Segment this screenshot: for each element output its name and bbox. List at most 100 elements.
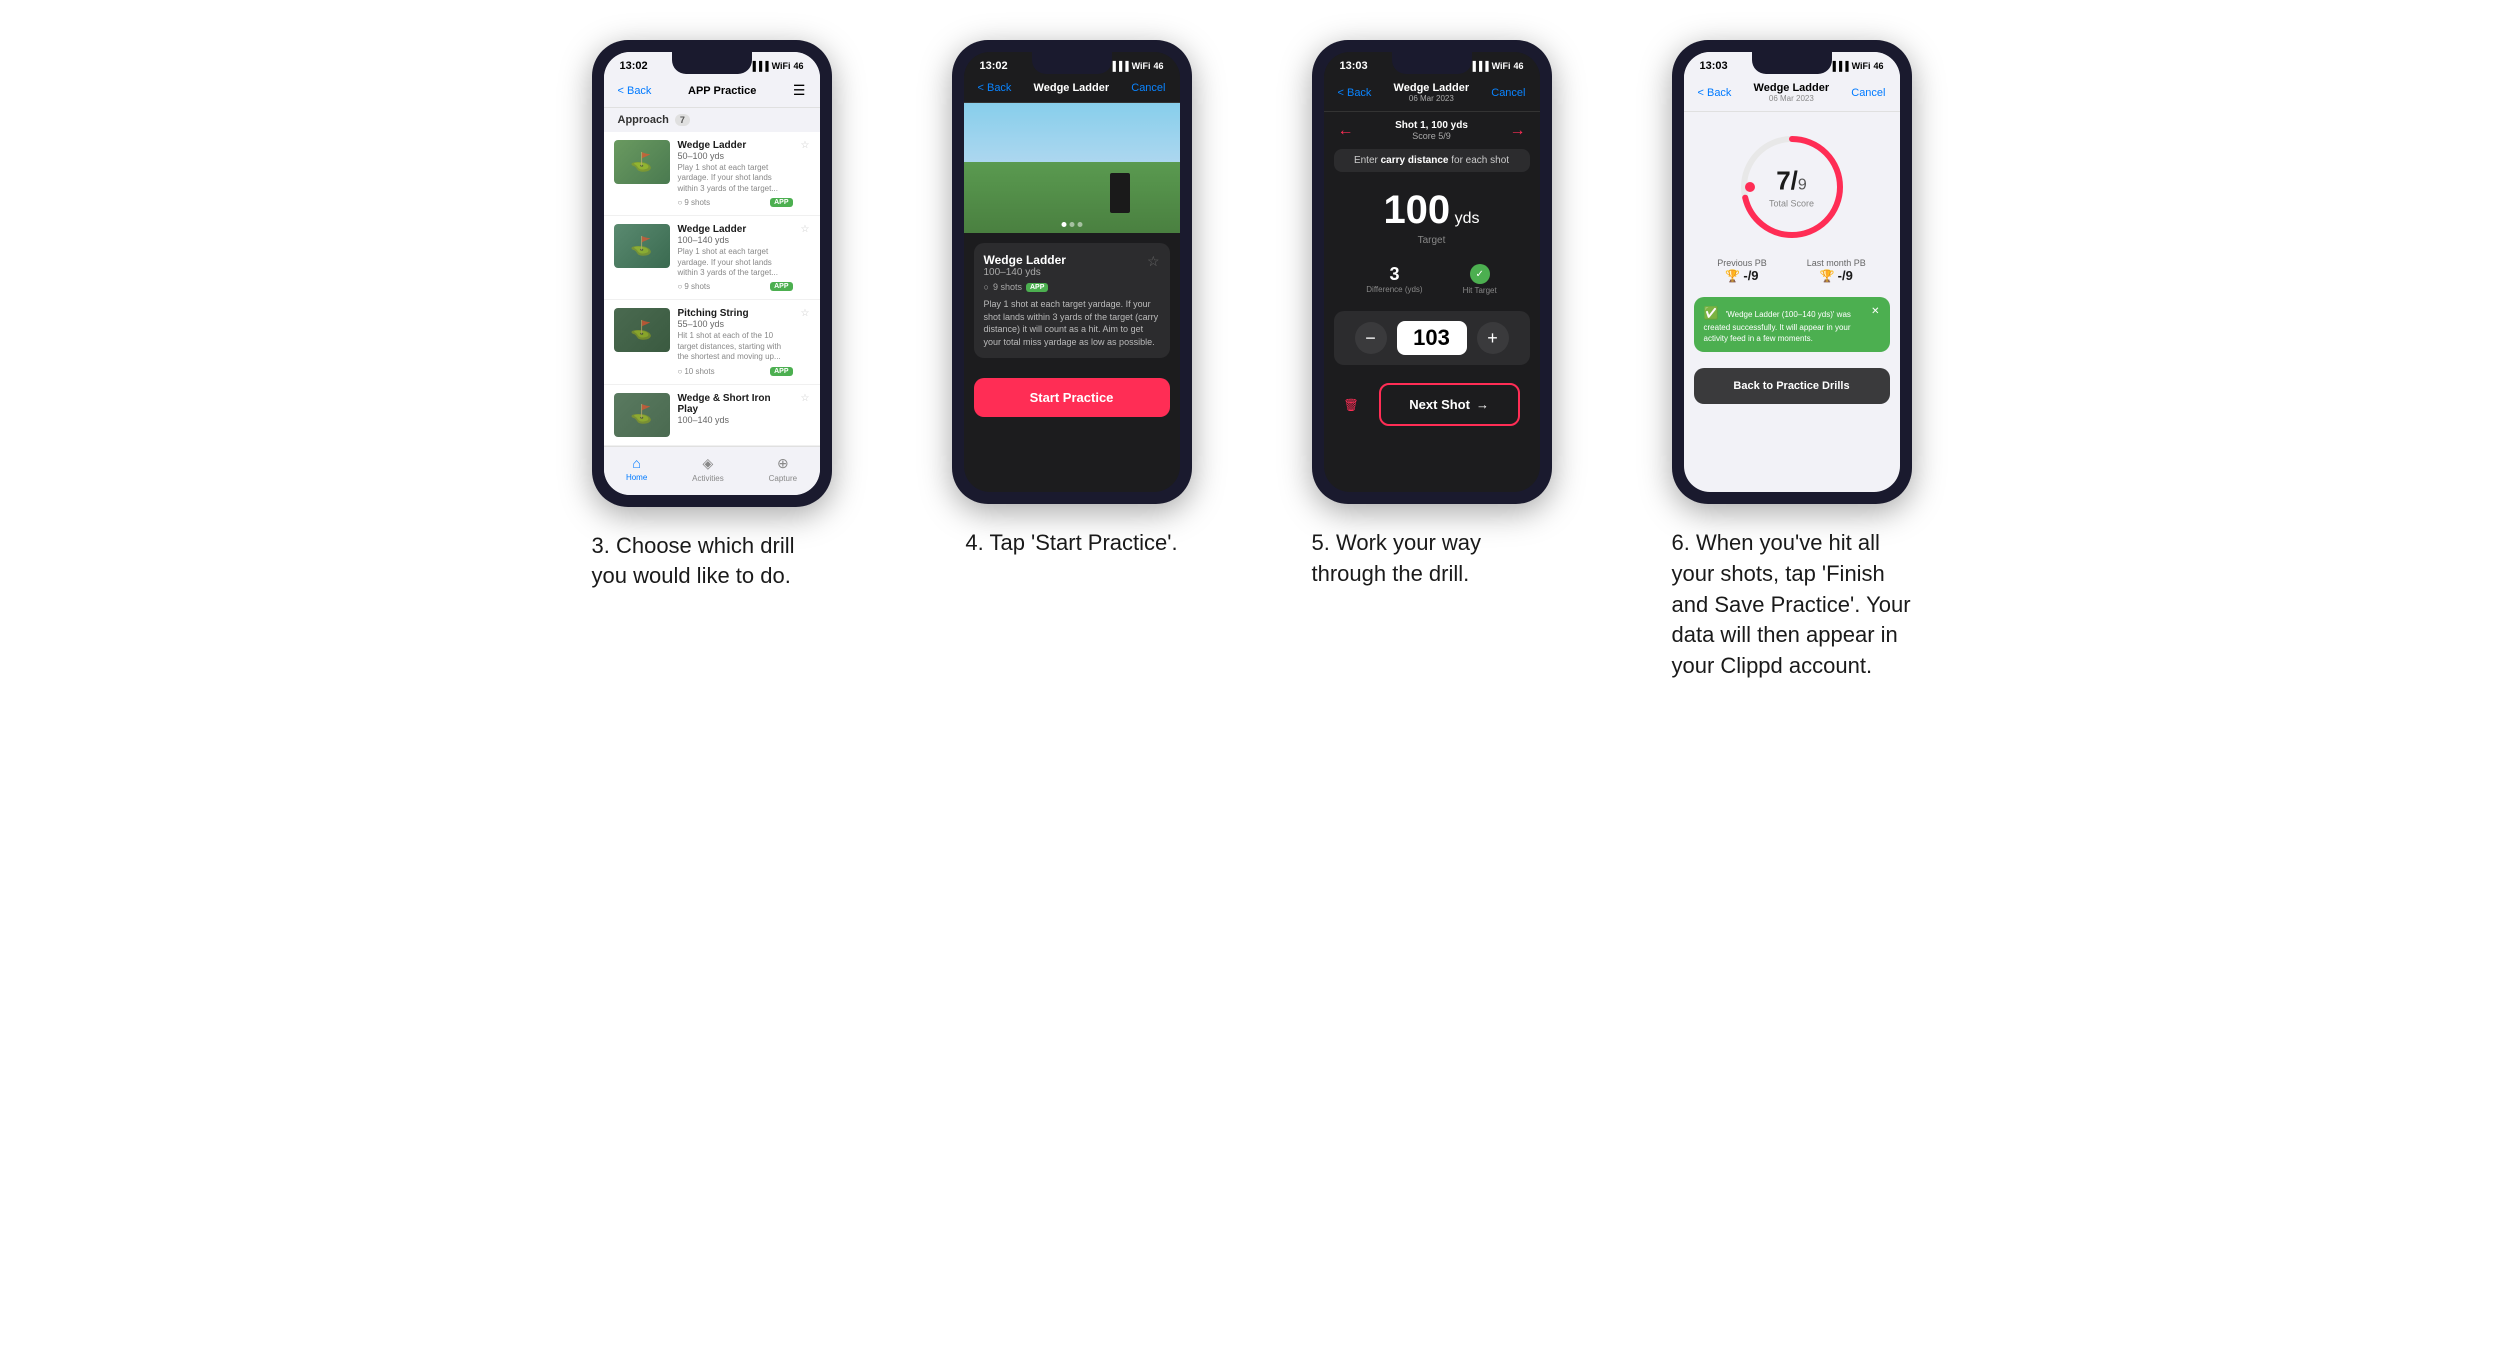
cancel-button-2[interactable]: Cancel xyxy=(1131,82,1165,94)
caption-3: 5. Work your way through the drill. xyxy=(1312,528,1552,590)
nav-center-3: Wedge Ladder 06 Mar 2023 xyxy=(1394,82,1470,103)
score-denominator: 9 xyxy=(1798,177,1807,194)
hit-target-icon: ✓ xyxy=(1470,264,1490,284)
dot-2 xyxy=(1069,222,1074,227)
star-icon-4[interactable]: ☆ xyxy=(801,393,810,404)
drill-yds-4: 100–140 yds xyxy=(678,415,793,425)
back-button-1[interactable]: < Back xyxy=(618,85,652,97)
tab-bar-1: ⌂ Home ◈ Activities ⊕ Capture xyxy=(604,446,820,495)
dot-1 xyxy=(1061,222,1066,227)
app-badge-3: APP xyxy=(770,367,792,376)
shot-info: Shot 1, 100 yds Score 5/9 xyxy=(1395,120,1468,141)
score-circle-container: 7/9 Total Score xyxy=(1684,112,1900,252)
drill-shots-1: ○ 9 shots xyxy=(678,198,711,207)
decrement-button[interactable]: − xyxy=(1355,322,1387,354)
shots-count-2: 9 shots xyxy=(993,282,1022,292)
last-month-pb-label: Last month PB xyxy=(1807,258,1866,268)
drill-item-3[interactable]: ⛳ Pitching String 55–100 yds Hit 1 shot … xyxy=(604,300,820,384)
tab-home[interactable]: ⌂ Home xyxy=(626,455,647,482)
phone-3: 13:03 ▐▐▐ WiFi 46 < Back Wedge Ladder 06… xyxy=(1312,40,1552,504)
drill-desc-1: Play 1 shot at each target yardage. If y… xyxy=(678,163,793,194)
activities-icon: ◈ xyxy=(703,455,714,472)
next-arrow[interactable]: → xyxy=(1510,122,1526,140)
tab-home-label: Home xyxy=(626,473,647,482)
start-practice-button[interactable]: Start Practice xyxy=(974,378,1170,417)
star-icon-3[interactable]: ☆ xyxy=(801,308,810,319)
nav-bar-2: < Back Wedge Ladder Cancel xyxy=(964,76,1180,103)
back-button-3[interactable]: < Back xyxy=(1338,87,1372,99)
phone-4: 13:03 ▐▐▐ WiFi 46 < Back Wedge Ladder 06… xyxy=(1672,40,1912,504)
capture-icon: ⊕ xyxy=(777,455,789,472)
drill-info-3: Pitching String 55–100 yds Hit 1 shot at… xyxy=(678,308,793,375)
phone-notch-4 xyxy=(1752,52,1832,74)
battery-icon: 46 xyxy=(793,61,803,71)
tab-activities-label: Activities xyxy=(692,474,724,483)
toast-message: 'Wedge Ladder (100–140 yds)' was created… xyxy=(1704,310,1851,343)
nav-bar-3: < Back Wedge Ladder 06 Mar 2023 Cancel xyxy=(1324,76,1540,112)
thumb-inner-4: ⛳ xyxy=(614,393,670,437)
column-3: 13:03 ▐▐▐ WiFi 46 < Back Wedge Ladder 06… xyxy=(1272,40,1592,590)
input-value[interactable]: 103 xyxy=(1397,321,1467,355)
score-display: 7/9 xyxy=(1769,166,1814,197)
signal-icon-2: ▐▐▐ xyxy=(1109,61,1128,71)
cancel-button-4[interactable]: Cancel xyxy=(1851,87,1885,99)
cancel-button-3[interactable]: Cancel xyxy=(1491,87,1525,99)
star-icon-detail[interactable]: ☆ xyxy=(1147,253,1160,270)
trash-icon[interactable]: 🗑 xyxy=(1334,398,1369,412)
wifi-icon-3: WiFi xyxy=(1492,61,1511,71)
prev-arrow[interactable]: ← xyxy=(1338,122,1354,140)
score-circle: 7/9 Total Score xyxy=(1737,132,1847,242)
tab-capture[interactable]: ⊕ Capture xyxy=(769,455,797,483)
difference-stat: 3 Difference (yds) xyxy=(1366,264,1422,295)
score-label: Total Score xyxy=(1769,199,1814,209)
carry-instruction: Enter carry distance for each shot xyxy=(1334,149,1530,172)
phone-screen-4: 13:03 ▐▐▐ WiFi 46 < Back Wedge Ladder 06… xyxy=(1684,52,1900,492)
hit-target-stat: ✓ Hit Target xyxy=(1463,264,1497,295)
wifi-icon: WiFi xyxy=(772,61,791,71)
app-badge-detail: APP xyxy=(1026,283,1048,292)
drill-thumb-2: ⛳ xyxy=(614,224,670,268)
input-row: − 103 + xyxy=(1334,311,1530,365)
drill-footer-3: ○ 10 shots APP xyxy=(678,367,793,376)
toast-close-icon[interactable]: ✕ xyxy=(1871,305,1879,319)
drill-footer-1: ○ 9 shots APP xyxy=(678,198,793,207)
score-slash: / xyxy=(1791,166,1798,196)
app-badge-2: APP xyxy=(770,282,792,291)
star-icon-1[interactable]: ☆ xyxy=(801,140,810,151)
increment-button[interactable]: + xyxy=(1477,322,1509,354)
image-dots xyxy=(1061,222,1082,227)
phone-1: 13:02 ▐▐▐ WiFi 46 < Back APP Practice ☰ … xyxy=(592,40,832,507)
drill-detail-header: Wedge Ladder 100–140 yds ☆ xyxy=(984,253,1160,278)
phone-notch-2 xyxy=(1032,52,1112,74)
drill-detail-name: Wedge Ladder xyxy=(984,253,1066,267)
next-shot-button[interactable]: Next Shot → xyxy=(1379,383,1520,426)
drill-info-2: Wedge Ladder 100–140 yds Play 1 shot at … xyxy=(678,224,793,291)
back-button-2[interactable]: < Back xyxy=(978,82,1012,94)
menu-icon-1[interactable]: ☰ xyxy=(793,82,806,99)
star-icon-2[interactable]: ☆ xyxy=(801,224,810,235)
drill-item-2[interactable]: ⛳ Wedge Ladder 100–140 yds Play 1 shot a… xyxy=(604,216,820,300)
drill-yds-2: 100–140 yds xyxy=(678,235,793,245)
drill-item-1[interactable]: ⛳ Wedge Ladder 50–100 yds Play 1 shot at… xyxy=(604,132,820,216)
drill-item-4[interactable]: ⛳ Wedge & Short Iron Play 100–140 yds ☆ xyxy=(604,385,820,446)
score-numerator: 7 xyxy=(1776,166,1790,196)
drill-name-1: Wedge Ladder xyxy=(678,140,793,151)
drill-yds-3: 55–100 yds xyxy=(678,319,793,329)
dot-3 xyxy=(1077,222,1082,227)
drill-name-2: Wedge Ladder xyxy=(678,224,793,235)
category-label: Approach xyxy=(618,114,669,126)
next-arrow-icon: → xyxy=(1476,397,1489,412)
drill-desc-2: Play 1 shot at each target yardage. If y… xyxy=(678,247,793,278)
back-to-drills-button[interactable]: Back to Practice Drills xyxy=(1694,368,1890,404)
back-button-4[interactable]: < Back xyxy=(1698,87,1732,99)
score-text-overlay: 7/9 Total Score xyxy=(1769,166,1814,209)
drill-yds-1: 50–100 yds xyxy=(678,151,793,161)
drill-detail-shots: ○ 9 shots APP xyxy=(984,282,1160,292)
pb-row: Previous PB 🏆 -/9 Last month PB 🏆 -/9 xyxy=(1684,252,1900,289)
drill-name-4: Wedge & Short Iron Play xyxy=(678,393,793,415)
home-icon: ⌂ xyxy=(632,455,640,471)
drill-info-4: Wedge & Short Iron Play 100–140 yds xyxy=(678,393,793,425)
previous-pb: Previous PB 🏆 -/9 xyxy=(1717,258,1767,283)
tab-activities[interactable]: ◈ Activities xyxy=(692,455,724,483)
target-yds: 100 xyxy=(1383,188,1450,232)
